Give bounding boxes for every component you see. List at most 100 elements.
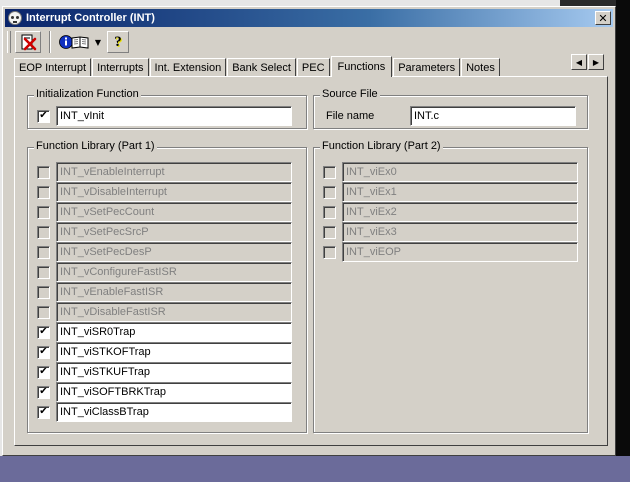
function-row: INT_vDisableFastISR: [37, 302, 292, 322]
tab-eop-interrupt[interactable]: EOP Interrupt: [14, 58, 92, 76]
function-checkbox: [323, 205, 336, 219]
function-name-field: INT_vConfigureFastISR: [56, 262, 292, 282]
init-function-group: Initialization Function ✔ INT_vInit: [27, 88, 307, 129]
function-row: INT_vSetPecCount: [37, 202, 292, 222]
init-function-checkbox[interactable]: ✔: [37, 109, 50, 123]
function-row: INT_viEx2: [323, 202, 578, 222]
check-icon: ✔: [39, 406, 48, 417]
function-row: INT_vEnableInterrupt: [37, 162, 292, 182]
group-legend: Function Library (Part 1): [34, 140, 157, 152]
title-bar[interactable]: Interrupt Controller (INT) ✕: [5, 9, 613, 27]
function-row: INT_vEnableFastISR: [37, 282, 292, 302]
group-legend: Source File: [320, 88, 380, 100]
function-row: INT_viEx1: [323, 182, 578, 202]
function-checkbox: [323, 165, 336, 179]
help-icon: ?: [114, 33, 122, 50]
toolbar-grip[interactable]: [7, 31, 11, 53]
window-title: Interrupt Controller (INT): [26, 12, 155, 24]
desktop-background-bottom: [0, 456, 630, 482]
close-button[interactable]: ✕: [595, 11, 611, 25]
function-row: INT_vConfigureFastISR: [37, 262, 292, 282]
desktop-background-right: [616, 0, 630, 482]
exit-button[interactable]: [15, 31, 41, 53]
check-icon: ✔: [39, 386, 48, 397]
function-name-field[interactable]: INT_viSTKOFTrap: [56, 342, 292, 362]
function-row: INT_vSetPecSrcP: [37, 222, 292, 242]
function-checkbox[interactable]: ✔: [37, 365, 50, 379]
function-checkbox[interactable]: ✔: [37, 385, 50, 399]
source-file-row: File name INT.c: [326, 106, 576, 126]
info-book-icon: [59, 35, 89, 49]
tab-pec[interactable]: PEC: [296, 58, 330, 76]
app-face-icon: [8, 11, 22, 25]
help-button[interactable]: ?: [107, 31, 129, 53]
function-checkbox[interactable]: ✔: [37, 405, 50, 419]
function-name-field: INT_vSetPecCount: [56, 202, 292, 222]
file-name-label: File name: [326, 110, 375, 122]
tab-bank-select[interactable]: Bank Select: [227, 58, 296, 76]
chevron-down-icon: ▼: [94, 37, 102, 47]
source-file-group: Source File File name INT.c: [313, 88, 588, 129]
check-icon: ✔: [39, 110, 48, 121]
check-icon: ✔: [39, 366, 48, 377]
tab-scroll-left-button[interactable]: ◀: [571, 54, 587, 70]
function-checkbox: [323, 245, 336, 259]
function-name-field: INT_vDisableFastISR: [56, 302, 292, 322]
function-name-field: INT_vSetPecDesP: [56, 242, 292, 262]
info-button[interactable]: [57, 31, 91, 53]
function-name-field[interactable]: INT_viSOFTBRKTrap: [56, 382, 292, 402]
tab-parameters[interactable]: Parameters: [393, 58, 461, 76]
tab-interrupts[interactable]: Interrupts: [92, 58, 149, 76]
function-name-field: INT_viEx1: [342, 182, 578, 202]
function-row: INT_vSetPecDesP: [37, 242, 292, 262]
function-name-field: INT_viEx3: [342, 222, 578, 242]
tab-functions[interactable]: Functions: [330, 56, 393, 77]
function-checkbox: [37, 305, 50, 319]
function-name-field[interactable]: INT_viClassBTrap: [56, 402, 292, 422]
function-row: INT_viEx0: [323, 162, 578, 182]
group-legend: Function Library (Part 2): [320, 140, 443, 152]
function-checkbox: [37, 185, 50, 199]
functions-panel: Initialization Function ✔ INT_vInit Sour…: [14, 76, 608, 446]
toolbar: ▼ ?: [7, 29, 611, 55]
check-icon: ✔: [39, 346, 48, 357]
function-row: INT_viEx3: [323, 222, 578, 242]
function-library-part2-group: Function Library (Part 2) INT_viEx0 INT_v…: [313, 140, 588, 433]
function-checkbox: [37, 225, 50, 239]
exit-icon: [21, 34, 37, 51]
function-name-field: INT_vDisableInterrupt: [56, 182, 292, 202]
function-checkbox[interactable]: ✔: [37, 325, 50, 339]
init-function-field[interactable]: INT_vInit: [56, 106, 292, 126]
function-checkbox: [323, 185, 336, 199]
function-name-field[interactable]: INT_viSR0Trap: [56, 322, 292, 342]
function-library-part1-group: Function Library (Part 1) INT_vEnableInt…: [27, 140, 307, 433]
tab-notes[interactable]: Notes: [461, 58, 500, 76]
function-checkbox: [37, 245, 50, 259]
tab-int-extension[interactable]: Int. Extension: [149, 58, 227, 76]
function-name-field: INT_viEOP: [342, 242, 578, 262]
check-icon: ✔: [39, 326, 48, 337]
function-checkbox[interactable]: ✔: [37, 345, 50, 359]
function-row: ✔ INT_viSTKUFTrap: [37, 362, 292, 382]
function-checkbox: [37, 165, 50, 179]
init-function-row: ✔ INT_vInit: [37, 106, 292, 126]
tab-strip: EOP Interrupt Interrupts Int. Extension …: [14, 54, 501, 77]
function-row: INT_vDisableInterrupt: [37, 182, 292, 202]
toolbar-separator: [49, 31, 51, 53]
info-dropdown-button[interactable]: ▼: [93, 31, 103, 53]
function-row: ✔ INT_viSTKOFTrap: [37, 342, 292, 362]
chevron-right-icon: ▶: [592, 57, 600, 67]
function-name-field: INT_viEx2: [342, 202, 578, 222]
function-name-field: INT_viEx0: [342, 162, 578, 182]
function-name-field: INT_vSetPecSrcP: [56, 222, 292, 242]
function-name-field[interactable]: INT_viSTKUFTrap: [56, 362, 292, 382]
function-row: ✔ INT_viClassBTrap: [37, 402, 292, 422]
function-row: ✔ INT_viSR0Trap: [37, 322, 292, 342]
file-name-input[interactable]: INT.c: [410, 106, 576, 126]
chevron-left-icon: ◀: [575, 57, 583, 67]
function-checkbox: [37, 205, 50, 219]
function-row: INT_viEOP: [323, 242, 578, 262]
function-row: ✔ INT_viSOFTBRKTrap: [37, 382, 292, 402]
tab-scroll-right-button[interactable]: ▶: [588, 54, 604, 70]
function-name-field: INT_vEnableFastISR: [56, 282, 292, 302]
